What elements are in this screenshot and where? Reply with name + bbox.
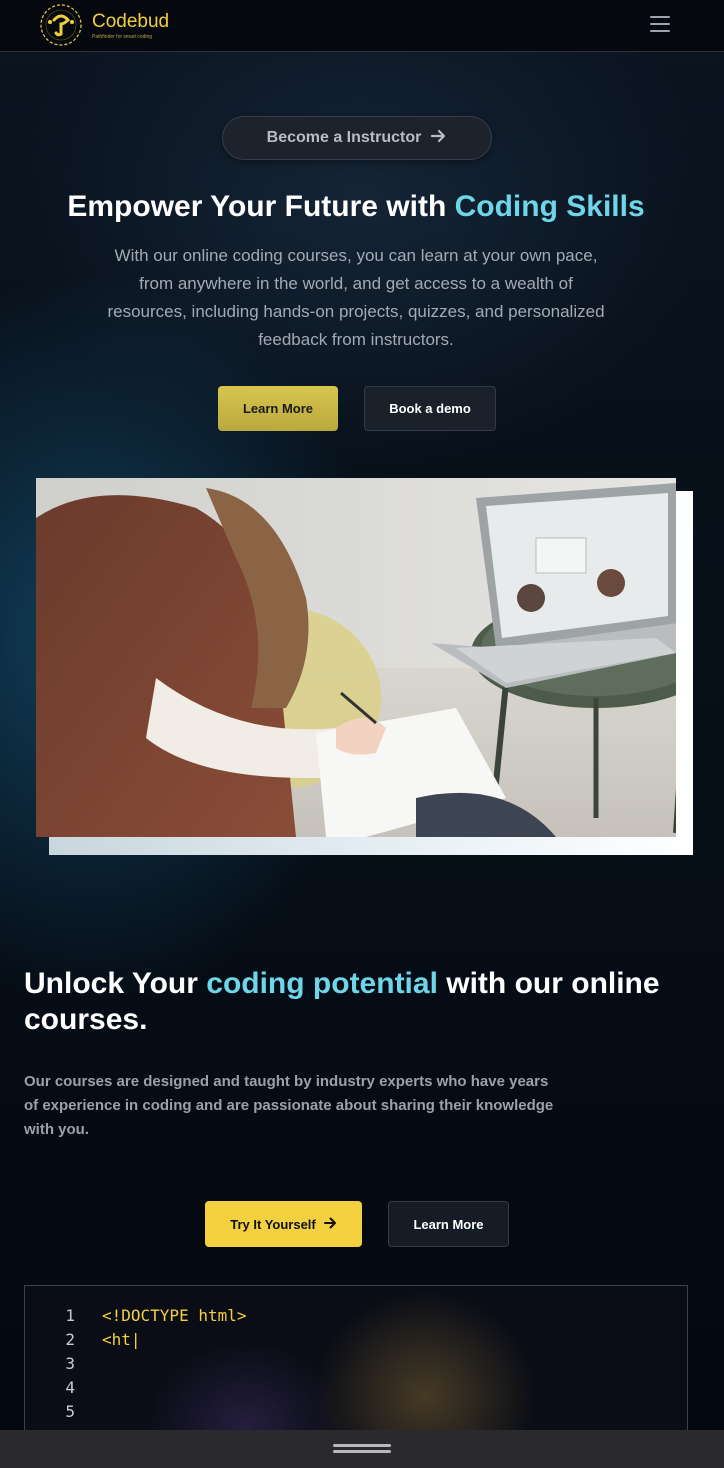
line-number: 1 (65, 1306, 75, 1325)
brand-name: Codebud (92, 10, 170, 32)
code-line: 5 (25, 1400, 687, 1424)
line-number: 2 (65, 1330, 75, 1349)
line-number: 5 (65, 1402, 75, 1421)
line-number: 4 (65, 1378, 75, 1397)
codebud-logo-icon (36, 0, 86, 50)
drag-handle-icon[interactable] (333, 1444, 391, 1454)
learn-more-secondary-button[interactable]: Learn More (388, 1201, 509, 1247)
code-text: <!DOCTYPE html> (102, 1306, 247, 1325)
line-number: 3 (65, 1354, 75, 1373)
brand-tagline: Pathfinder for smart coding (92, 33, 153, 40)
section-title-prefix: Unlock Your (24, 967, 207, 1000)
book-demo-button[interactable]: Book a demo (364, 386, 496, 431)
try-it-yourself-button[interactable]: Try It Yourself (205, 1201, 362, 1247)
code-text: <ht| (102, 1330, 141, 1349)
code-line: 2 <ht| (25, 1328, 687, 1352)
section-description: Our courses are designed and taught by i… (24, 1073, 554, 1138)
page: Codebud Pathfinder for smart coding Beco… (0, 0, 724, 1468)
hero-title-prefix: Empower Your Future with (67, 190, 455, 223)
code-line: 1 <!DOCTYPE html> (25, 1304, 687, 1328)
arrow-right-icon (431, 129, 447, 148)
section-title-accent: coding potential (206, 967, 438, 1000)
top-navbar: Codebud Pathfinder for smart coding (0, 0, 724, 52)
become-instructor-label: Become a Instructor (266, 129, 422, 146)
code-line: 3 (25, 1352, 687, 1376)
hero-description: With our online coding courses, you can … (107, 246, 605, 349)
code-line: 4 (25, 1376, 687, 1400)
hamburger-menu-icon[interactable] (648, 12, 672, 36)
student-laptop-photo (36, 478, 676, 837)
learn-more-button[interactable]: Learn More (218, 386, 338, 431)
become-instructor-button[interactable]: Become a Instructor (222, 116, 492, 160)
section-title: Unlock Your coding potential with our on… (24, 966, 684, 1038)
bottom-toolbar (0, 1430, 724, 1468)
try-it-yourself-label: Try It Yourself (230, 1216, 316, 1232)
hero-title-accent: Coding Skills (454, 190, 645, 223)
hero-title: Empower Your Future with Coding Skills (0, 188, 712, 226)
arrow-right-icon (323, 1217, 337, 1232)
brand-logo[interactable]: Codebud Pathfinder for smart coding (36, 0, 169, 50)
